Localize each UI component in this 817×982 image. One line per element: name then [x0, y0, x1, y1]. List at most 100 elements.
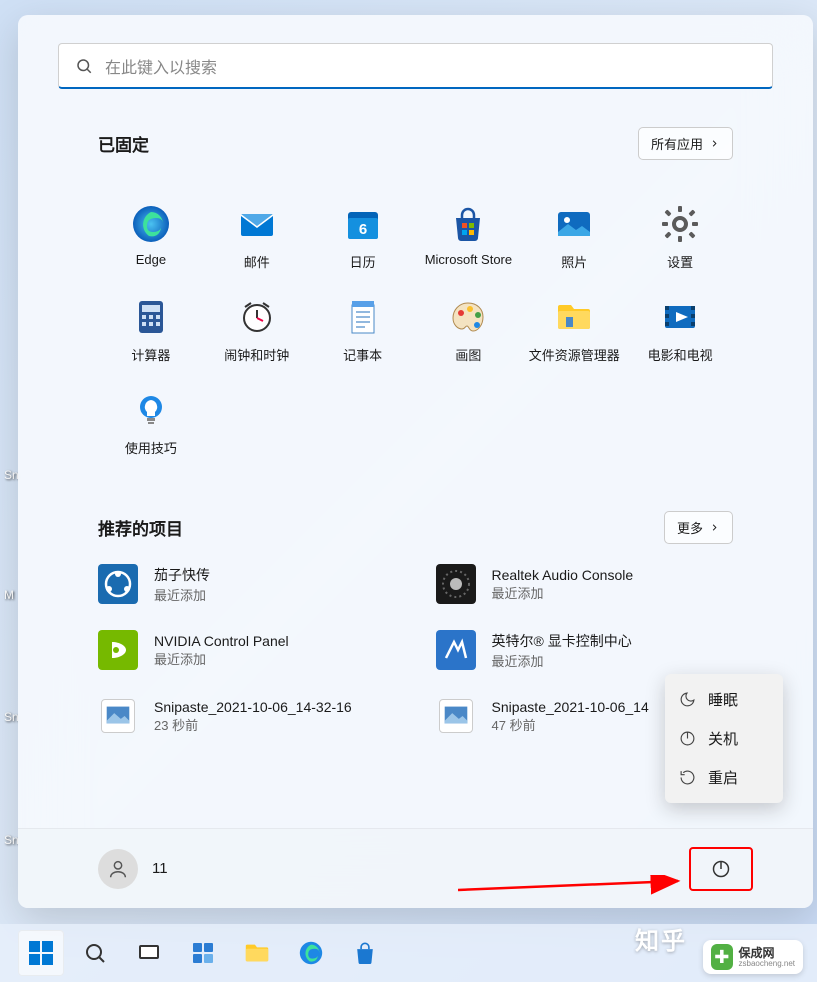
desktop-icon-label: Sn: [4, 710, 19, 724]
calculator-icon: [131, 297, 171, 337]
reco-sub: 47 秒前: [492, 715, 649, 734]
taskbar-taskview[interactable]: [126, 930, 172, 976]
more-button[interactable]: 更多: [664, 511, 733, 544]
power-menu: 睡眠 关机 重启: [665, 674, 783, 803]
taskbar-widgets[interactable]: [180, 930, 226, 976]
user-account[interactable]: 11: [98, 849, 168, 889]
pinned-app-calculator[interactable]: 计算器: [98, 295, 204, 366]
reco-sub: 最近添加: [154, 649, 289, 668]
store-icon: [352, 940, 378, 966]
search-icon: [83, 941, 107, 965]
svg-text:6: 6: [358, 221, 366, 238]
nvidia-icon: [98, 630, 138, 670]
folder-icon: [554, 297, 594, 337]
pinned-app-explorer[interactable]: 文件资源管理器: [521, 295, 627, 366]
pinned-app-movies[interactable]: 电影和电视: [627, 295, 733, 366]
pinned-label: 闹钟和时钟: [224, 345, 289, 364]
site-watermark: ✚ 保成网zsbaocheng.net: [703, 940, 803, 974]
power-sleep[interactable]: 睡眠: [665, 680, 783, 719]
pinned-app-tips[interactable]: 使用技巧: [98, 388, 204, 459]
reco-item-intel[interactable]: 英特尔® 显卡控制中心最近添加: [436, 630, 734, 670]
reco-title: Realtek Audio Console: [492, 567, 634, 583]
image-file-icon: [439, 699, 473, 733]
search-box[interactable]: 在此键入以搜索: [58, 43, 773, 89]
settings-icon: [660, 204, 700, 244]
power-sleep-label: 睡眠: [708, 689, 738, 710]
reco-item-nvidia[interactable]: NVIDIA Control Panel最近添加: [98, 630, 396, 670]
widgets-icon: [190, 940, 216, 966]
power-button[interactable]: [689, 847, 753, 891]
edge-icon: [131, 204, 171, 244]
tips-icon: [131, 390, 171, 430]
edge-icon: [297, 939, 325, 967]
notepad-icon: [343, 297, 383, 337]
photos-icon: [554, 204, 594, 244]
realtek-icon: [436, 564, 476, 604]
power-restart-label: 重启: [708, 767, 738, 788]
reco-item-shareit[interactable]: 茄子快传最近添加: [98, 564, 396, 604]
power-shutdown[interactable]: 关机: [665, 719, 783, 758]
pinned-app-calendar[interactable]: 6日历: [310, 202, 416, 273]
pinned-app-mail[interactable]: 邮件: [204, 202, 310, 273]
reco-item-snipaste1[interactable]: Snipaste_2021-10-06_14-32-1623 秒前: [98, 696, 396, 736]
pinned-label: 使用技巧: [125, 438, 177, 457]
pinned-label: 设置: [667, 252, 693, 271]
power-icon: [711, 859, 731, 879]
pinned-label: 记事本: [343, 345, 382, 364]
moon-icon: [679, 691, 696, 708]
all-apps-label: 所有应用: [651, 134, 703, 153]
avatar-icon: [98, 849, 138, 889]
pinned-app-alarms[interactable]: 闹钟和时钟: [204, 295, 310, 366]
reco-sub: 最近添加: [492, 651, 632, 670]
pinned-label: 计算器: [131, 345, 170, 364]
taskbar-store[interactable]: [342, 930, 388, 976]
pinned-app-notepad[interactable]: 记事本: [310, 295, 416, 366]
search-icon: [75, 57, 93, 75]
power-icon: [679, 730, 696, 747]
pinned-label: 画图: [455, 345, 481, 364]
pinned-label: Edge: [136, 252, 166, 267]
watermark-url: zsbaocheng.net: [739, 959, 796, 968]
pinned-label: 照片: [561, 252, 587, 271]
pinned-app-settings[interactable]: 设置: [627, 202, 733, 273]
reco-item-realtek[interactable]: Realtek Audio Console最近添加: [436, 564, 734, 604]
taskbar-search[interactable]: [72, 930, 118, 976]
pinned-app-edge[interactable]: Edge: [98, 202, 204, 273]
store-icon: [448, 204, 488, 244]
windows-icon: [27, 939, 55, 967]
reco-sub: 23 秒前: [154, 715, 352, 734]
reco-title: NVIDIA Control Panel: [154, 633, 289, 649]
recommended-heading: 推荐的项目: [98, 515, 183, 540]
start-footer: 11: [18, 828, 813, 908]
taskbar-start[interactable]: [18, 930, 64, 976]
desktop-icon-label: Sn: [4, 833, 19, 847]
calendar-icon: 6: [343, 204, 383, 244]
all-apps-button[interactable]: 所有应用: [638, 127, 733, 160]
start-menu: 在此键入以搜索 已固定 所有应用 Edge 邮件 6日历 Microsoft S…: [18, 15, 813, 908]
desktop-icon-label: M: [4, 588, 14, 602]
watermark-logo-icon: ✚: [711, 944, 733, 970]
reco-title: Snipaste_2021-10-06_14: [492, 699, 649, 715]
reco-sub: 最近添加: [154, 585, 210, 604]
reco-title: 茄子快传: [154, 565, 210, 585]
reco-sub: 最近添加: [492, 583, 634, 602]
pinned-label: 邮件: [244, 252, 270, 271]
pinned-app-photos[interactable]: 照片: [521, 202, 627, 273]
clock-icon: [237, 297, 277, 337]
taskbar-explorer[interactable]: [234, 930, 280, 976]
paint-icon: [448, 297, 488, 337]
taskview-icon: [136, 940, 162, 966]
power-restart[interactable]: 重启: [665, 758, 783, 797]
reco-title: Snipaste_2021-10-06_14-32-16: [154, 699, 352, 715]
user-name: 11: [152, 860, 168, 877]
restart-icon: [679, 769, 696, 786]
taskbar-edge[interactable]: [288, 930, 334, 976]
folder-icon: [243, 939, 271, 967]
power-shutdown-label: 关机: [708, 728, 738, 749]
chevron-right-icon: [709, 522, 720, 533]
pinned-app-paint[interactable]: 画图: [416, 295, 522, 366]
shareit-icon: [98, 564, 138, 604]
pinned-app-store[interactable]: Microsoft Store: [416, 202, 522, 273]
intel-icon: [436, 630, 476, 670]
pinned-label: 电影和电视: [648, 345, 713, 364]
